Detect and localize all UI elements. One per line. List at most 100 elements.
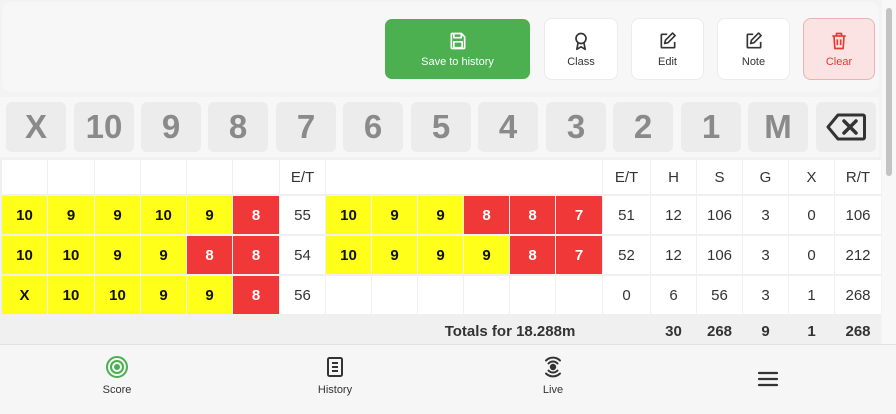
totals-s: 268: [706, 322, 733, 340]
key-3[interactable]: 3: [546, 102, 606, 152]
score-cell: 56: [697, 276, 742, 314]
header-rt: R/T: [835, 160, 881, 194]
arrow-score-cell: [418, 276, 463, 314]
nav-live[interactable]: Live: [503, 355, 603, 396]
nav-menu[interactable]: [718, 367, 818, 396]
nav-history[interactable]: History: [285, 355, 385, 396]
x-count-cell: 0: [789, 236, 834, 274]
note-label: Note: [741, 55, 766, 68]
arrow-score-cell: 10: [48, 236, 94, 274]
note-button[interactable]: Note: [718, 19, 789, 79]
save-to-history-button[interactable]: Save to history: [385, 19, 530, 79]
score-keypad: X 10 9 8 7 6 5 4 3 2 1 M: [0, 97, 879, 157]
key-m[interactable]: M: [748, 102, 808, 152]
key-2[interactable]: 2: [613, 102, 673, 152]
arrow-score-cell: 8: [510, 236, 555, 274]
totals-label: Totals for 18.288m: [444, 322, 576, 340]
arrow-score-cell: 9: [48, 196, 94, 234]
class-button[interactable]: Class: [545, 19, 617, 79]
clear-label: Clear: [825, 55, 853, 68]
edit-label: Edit: [658, 55, 677, 68]
header-s: S: [697, 160, 742, 194]
hamburger-menu-icon: [757, 371, 779, 387]
running-total-cell: 106: [835, 196, 881, 234]
header-et-2: E/T: [603, 160, 650, 194]
trash-icon: [832, 32, 846, 49]
app-root: Save to history Class Edit Note Clear X …: [0, 0, 896, 414]
arrow-score-cell: 10: [48, 276, 94, 314]
clipboard-list-icon: [327, 357, 343, 377]
arrow-score-cell: [510, 276, 555, 314]
arrow-score-cell: 9: [418, 236, 463, 274]
running-total-cell: 268: [835, 276, 881, 314]
arrow-score-cell: 7: [556, 236, 602, 274]
key-7[interactable]: 7: [276, 102, 336, 152]
arrow-score-cell: 9: [141, 236, 186, 274]
arrow-score-cell: 10: [95, 276, 140, 314]
arrow-score-cell: 10: [2, 236, 47, 274]
header-blank-cell: [141, 160, 186, 194]
header-x: X: [789, 160, 834, 194]
end-total-cell: 52: [603, 236, 650, 274]
award-ribbon-icon: [575, 32, 587, 50]
key-1[interactable]: 1: [681, 102, 741, 152]
totals-rt: 268: [845, 322, 871, 340]
backspace-icon: [826, 113, 866, 141]
header-blank-cell: [233, 160, 279, 194]
arrow-score-cell: [372, 276, 417, 314]
arrow-score-cell: 9: [95, 196, 140, 234]
key-8[interactable]: 8: [208, 102, 268, 152]
header-blank-cell: [2, 160, 47, 194]
header-blank-cell: [95, 160, 140, 194]
backspace-key[interactable]: [816, 102, 876, 152]
golds-cell: 3: [743, 196, 788, 234]
key-6[interactable]: 6: [343, 102, 403, 152]
key-x[interactable]: X: [6, 102, 66, 152]
x-count-cell: 0: [789, 196, 834, 234]
arrow-score-cell: 9: [372, 196, 417, 234]
hits-cell: 6: [651, 276, 696, 314]
golds-cell: 3: [743, 236, 788, 274]
arrow-score-cell: 9: [372, 236, 417, 274]
arrow-score-cell: 8: [510, 196, 555, 234]
nav-history-label: History: [317, 384, 353, 396]
edit-icon: [660, 31, 676, 49]
key-9[interactable]: 9: [141, 102, 201, 152]
arrow-score-cell: [326, 276, 371, 314]
totals-g: 9: [761, 322, 770, 340]
arrow-score-cell: [556, 276, 602, 314]
target-icon: [106, 356, 128, 378]
arrow-score-cell: 9: [187, 196, 232, 234]
header-blank-span: [326, 160, 602, 194]
end-total-cell: 51: [603, 196, 650, 234]
scrollbar-thumb[interactable]: [886, 8, 892, 176]
bottom-navigation: Score History Live: [0, 344, 896, 414]
key-10[interactable]: 10: [74, 102, 134, 152]
end-total-cell: 56: [280, 276, 325, 314]
header-g: G: [743, 160, 788, 194]
edit-button[interactable]: Edit: [632, 19, 703, 79]
arrow-score-cell: X: [2, 276, 47, 314]
clear-button[interactable]: Clear: [804, 19, 874, 79]
vertical-scrollbar[interactable]: [882, 0, 896, 344]
arrow-score-cell: 10: [141, 196, 186, 234]
header-h: H: [651, 160, 696, 194]
arrow-score-cell: 9: [95, 236, 140, 274]
x-count-cell: 1: [789, 276, 834, 314]
scorecard-table: E/T E/T H S G X R/T 10 9 9 10 9 8 55 10 9 9 8 8 7 51 12 106 3 0 1…: [0, 158, 881, 344]
arrow-score-cell: 10: [2, 196, 47, 234]
hits-cell: 12: [651, 196, 696, 234]
arrow-score-cell: 7: [556, 196, 602, 234]
action-toolbar: Save to history Class Edit Note Clear: [2, 2, 879, 92]
arrow-score-cell: 8: [233, 236, 279, 274]
note-edit-icon: [746, 31, 762, 49]
nav-score[interactable]: Score: [67, 355, 167, 396]
save-icon: [450, 32, 465, 49]
key-4[interactable]: 4: [478, 102, 538, 152]
arrow-score-cell: 9: [418, 196, 463, 234]
nav-live-label: Live: [542, 384, 564, 396]
arrow-score-cell: [464, 276, 509, 314]
arrow-score-cell: 9: [464, 236, 509, 274]
key-5[interactable]: 5: [411, 102, 471, 152]
running-total-cell: 212: [835, 236, 881, 274]
